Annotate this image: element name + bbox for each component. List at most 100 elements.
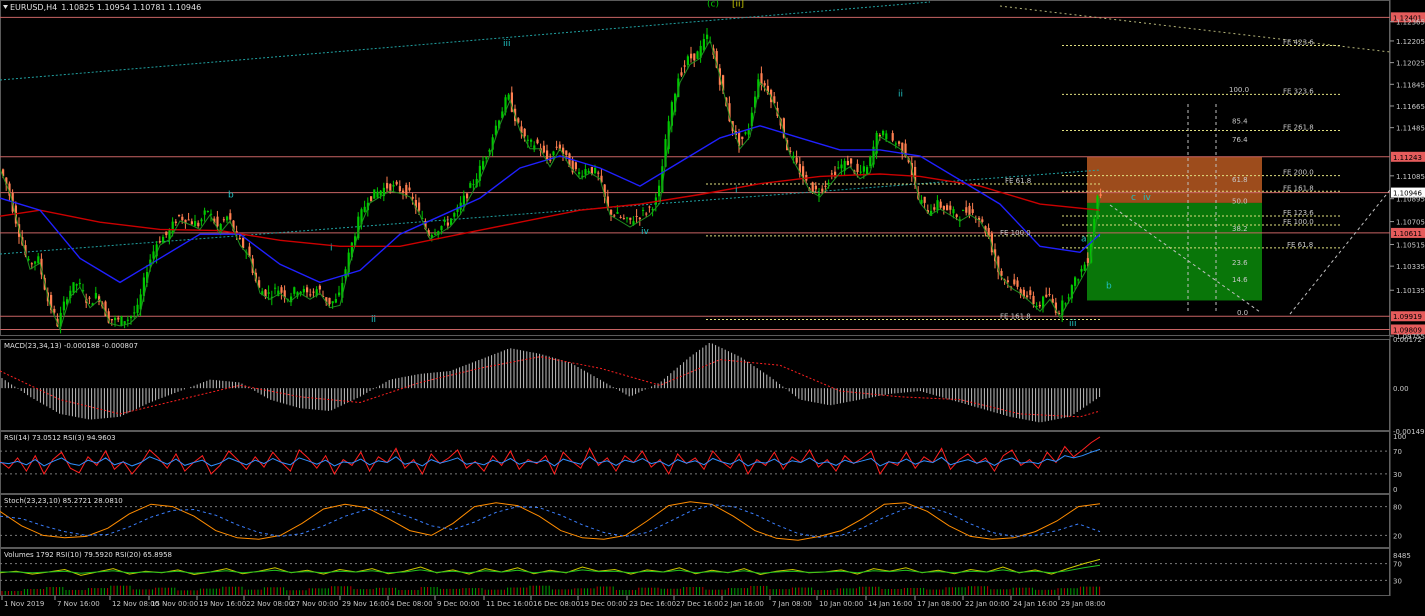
candle-body — [114, 317, 117, 321]
candle-body — [302, 288, 305, 293]
candle-body — [795, 157, 798, 163]
candle-body — [1013, 279, 1016, 285]
x-tick-label: 17 Jan 08:00 — [917, 600, 961, 608]
x-tick-label: 7 Nov 16:00 — [57, 600, 100, 608]
candle-body — [158, 241, 161, 243]
candle-body — [949, 205, 952, 210]
fib-label: FE 200.0 — [1283, 169, 1314, 177]
candle-body — [696, 51, 699, 59]
candle-body — [923, 196, 926, 203]
fib-label: 61.8 — [1232, 176, 1248, 184]
candle-body — [293, 287, 296, 294]
candle-body — [837, 167, 840, 169]
candle-body — [123, 321, 126, 324]
candle-body — [197, 222, 200, 227]
candle-body — [373, 189, 376, 199]
stoch-title: Stoch(23,23,10) 85.2721 28.0810 — [4, 497, 123, 505]
candle-body — [891, 133, 894, 141]
wave-label: [ii] — [732, 0, 744, 10]
x-tick-label: 14 Jan 16:00 — [868, 600, 912, 608]
candle-body — [651, 209, 654, 211]
candle-body — [331, 301, 334, 304]
candles — [2, 28, 1102, 334]
candle-body — [1006, 280, 1009, 283]
x-tick-label: 27 Dec 16:00 — [676, 600, 723, 608]
stoch-tick: 80 — [1393, 504, 1402, 512]
x-tick-label: 19 Dec 00:00 — [580, 600, 627, 608]
candle-body — [747, 129, 750, 135]
candle-body — [386, 183, 389, 189]
candle-body — [962, 210, 965, 212]
candle-body — [1038, 304, 1041, 307]
price-tick-label: 1.11665 — [1396, 103, 1425, 111]
target-box — [1087, 202, 1262, 301]
vol-series-1 — [0, 564, 1101, 574]
candle-body — [280, 287, 283, 293]
panel-frame-macd — [0, 339, 1390, 431]
stoch-series-1 — [0, 504, 1101, 538]
candle-body — [62, 301, 65, 311]
candle-body — [824, 185, 827, 187]
x-tick-label: 29 Nov 16:00 — [342, 600, 389, 608]
x-tick-label: 23 Dec 16:00 — [629, 600, 676, 608]
candle-body — [75, 284, 78, 286]
macd-title: MACD(23,34,13) -0.000188 -0.000807 — [4, 342, 138, 350]
wave-label: b — [228, 191, 234, 201]
candle-body — [405, 184, 408, 197]
candle-body — [274, 287, 277, 289]
candle-body — [363, 206, 366, 212]
candle-body — [398, 186, 401, 192]
candle-body — [686, 56, 689, 65]
fib-label: FE 423.6 — [1283, 39, 1314, 47]
price-tick-label: 1.11485 — [1396, 125, 1425, 133]
vol-tick: 30 — [1393, 577, 1402, 585]
price-tick-label: 1.11845 — [1396, 81, 1425, 89]
chart-window[interactable]: (c) [ii] b iii ii i iv i ii iii iv a b c FE 423.6 FE 32… — [0, 0, 1425, 612]
candle-body — [206, 210, 209, 212]
candle-body — [309, 294, 312, 296]
candle-body — [584, 169, 587, 175]
candle-body — [578, 172, 581, 175]
candle-body — [645, 213, 648, 215]
rsi-title: RSI(14) 73.0512 RSI(3) 94.9603 — [4, 434, 116, 442]
candle-body — [622, 218, 625, 220]
candle-body — [952, 209, 955, 214]
stoch-series-0 — [0, 501, 1101, 541]
candle-body — [30, 263, 33, 265]
candle-body — [312, 291, 315, 293]
candle-body — [226, 216, 229, 221]
volume-bars — [1, 585, 1101, 595]
chart-menu-icon[interactable] — [3, 5, 8, 9]
x-tick-label: 15 Nov 00:00 — [151, 600, 198, 608]
candle-body — [536, 139, 539, 144]
fib-label: 85.4 — [1232, 117, 1248, 125]
candle-body — [34, 261, 37, 264]
fib-label: 38.2 — [1232, 225, 1248, 233]
fib-label: 0.0 — [1237, 309, 1248, 317]
candle-body — [1064, 303, 1067, 305]
price-tick-label: 1.10335 — [1396, 263, 1425, 271]
candle-body — [936, 200, 939, 211]
candle-body — [120, 316, 123, 326]
candle-body — [440, 225, 443, 231]
wave-label: (c) — [707, 0, 719, 10]
candle-body — [590, 167, 593, 174]
fib-label: FE 161.8 — [1000, 313, 1031, 321]
chart-canvas[interactable]: (c) [ii]biiiiiiiviii iiiivabcFE 423.6FE 32… — [0, 0, 1425, 612]
price-tick-label: 1.11085 — [1396, 173, 1425, 181]
candle-body — [488, 149, 491, 152]
candle-body — [328, 297, 331, 305]
macd-tick: 0.00 — [1393, 385, 1409, 393]
candle-body — [306, 287, 309, 293]
candle-body — [402, 190, 405, 193]
candle-body — [379, 190, 382, 196]
candle-body — [418, 202, 421, 211]
candle-body — [821, 188, 824, 192]
candle-body — [642, 209, 645, 211]
wave-label: b — [1106, 281, 1112, 291]
candle-body — [392, 184, 395, 187]
candle-body — [389, 184, 392, 192]
x-tick-label: 7 Jan 08:00 — [772, 600, 812, 608]
candle-body — [485, 157, 488, 159]
candle-body — [88, 297, 91, 299]
